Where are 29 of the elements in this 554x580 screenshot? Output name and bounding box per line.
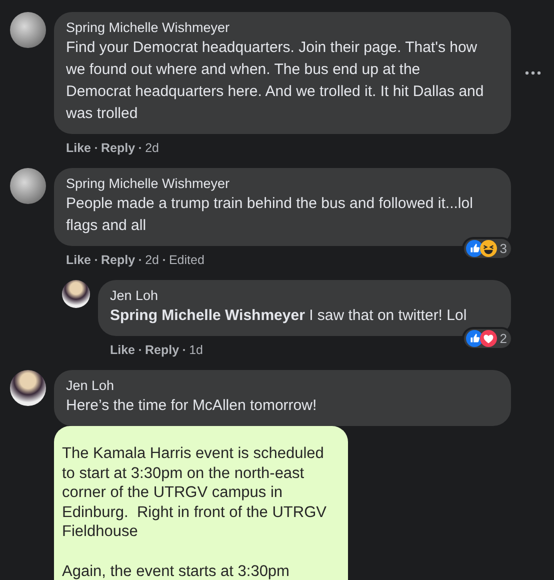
author-name[interactable]: Jen Loh: [66, 378, 114, 393]
reply-link[interactable]: Reply: [101, 253, 136, 267]
comment-text: Find your Democrat headquarters. Join their page. That's how we found out where and when. The bus end up at the Democrat headquarters here. And we trolled it. It hit Dallas and was trolled: [66, 39, 484, 122]
reaction-number: 2: [500, 331, 507, 346]
comment-time[interactable]: 1d: [189, 343, 203, 357]
comment-text: Spring Michelle Wishmeyer I saw that on twitter! Lol: [110, 307, 467, 324]
attached-image[interactable]: The Kamala Harris event is scheduled to start at 3:30pm on the north-east corner of the UTRGV campus in Edinburg. Right in front of the UTRGV Fieldhouse Again, the event starts at 3:30pm: [54, 426, 348, 580]
edited-label: Edited: [168, 253, 204, 267]
reaction-count[interactable]: 3: [464, 239, 511, 258]
reaction-number: 3: [500, 241, 507, 256]
comment-time[interactable]: 2d: [145, 253, 159, 267]
comment-text: People made a trump train behind the bus and followed it...lol flags and all: [66, 195, 473, 234]
author-name[interactable]: Jen Loh: [110, 288, 158, 303]
avatar[interactable]: [10, 168, 46, 204]
author-name[interactable]: Spring Michelle Wishmeyer: [66, 176, 230, 191]
reaction-count[interactable]: 2: [464, 329, 511, 348]
image-text: The Kamala Harris event is scheduled to start at 3:30pm on the north-east corner of the UTRGV campus in Edinburg. Right in front of the UTRGV Fieldhouse Again, the event starts at 3:30pm: [62, 445, 328, 580]
like-link[interactable]: Like: [110, 343, 136, 357]
like-link[interactable]: Like: [66, 253, 92, 267]
more-icon[interactable]: [525, 71, 541, 75]
author-name[interactable]: Spring Michelle Wishmeyer: [66, 20, 230, 35]
avatar[interactable]: [10, 12, 46, 48]
like-link[interactable]: Like: [66, 141, 92, 155]
comment-time[interactable]: 2d: [145, 141, 159, 155]
reply-link[interactable]: Reply: [145, 343, 180, 357]
avatar[interactable]: [10, 370, 46, 406]
avatar[interactable]: [62, 280, 90, 308]
comment-text: Here’s the time for McAllen tomorrow!: [66, 397, 317, 414]
reply-link[interactable]: Reply: [101, 141, 136, 155]
